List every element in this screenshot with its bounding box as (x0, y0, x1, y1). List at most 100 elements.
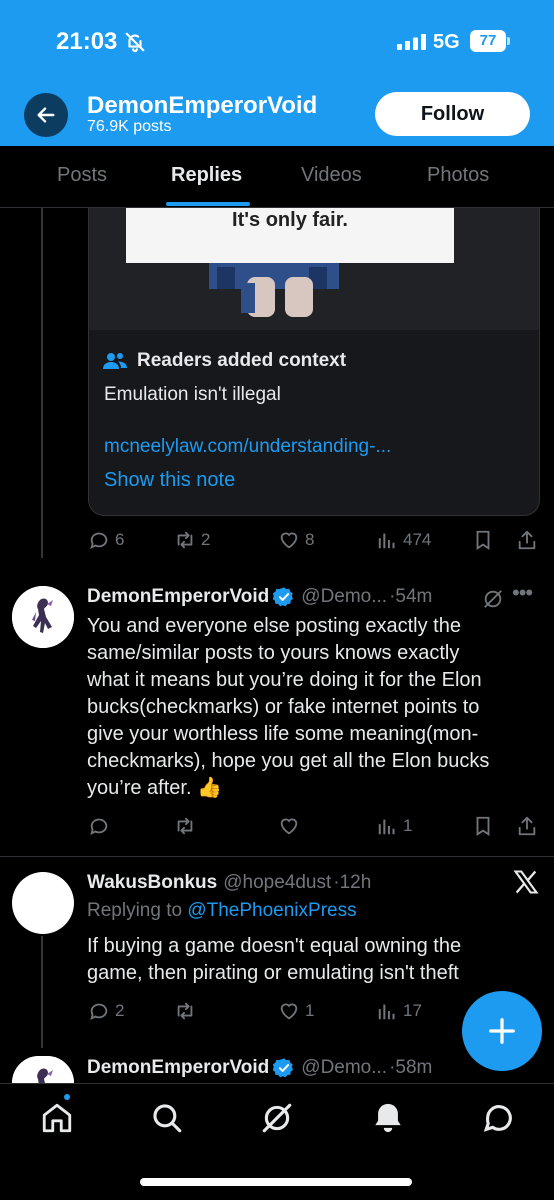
author-name[interactable]: DemonEmperorVoid (87, 586, 269, 608)
bell-off-icon (125, 32, 145, 53)
search-icon[interactable] (150, 1101, 184, 1135)
thread-line (41, 936, 43, 1048)
tweet-line: checkmarks), hope you get all the Elon b… (87, 750, 490, 772)
repost-count: 2 (201, 530, 211, 549)
tweet-line: game, then pirating or emulating isn't t… (87, 962, 459, 984)
share-icon (518, 816, 536, 836)
tweet-line: bucks(checkmarks) or fake internet point… (87, 696, 480, 718)
battery-icon: 77 (470, 30, 510, 52)
community-note-header: Readers added context (103, 350, 346, 372)
bookmark-button[interactable] (472, 812, 494, 840)
view-count: 474 (403, 530, 432, 549)
back-button[interactable] (24, 93, 68, 137)
network-type: 5G (433, 31, 460, 53)
figure-legs-image (209, 263, 339, 317)
status-time: 21:03 (56, 28, 118, 55)
reply-icon (90, 532, 108, 550)
replying-to: Replying to @ThePhoenixPress (87, 900, 357, 922)
author-handle[interactable]: @Demo... (301, 1057, 387, 1079)
replying-to-handle[interactable]: @ThePhoenixPress (187, 900, 356, 921)
tweet-line: give your worthless life some meaning(mo… (87, 723, 479, 745)
views-button[interactable]: 1 (376, 812, 412, 840)
plus-icon (489, 1018, 515, 1044)
views-icon (378, 1004, 395, 1020)
tab-posts[interactable]: Posts (57, 164, 107, 187)
like-button[interactable]: 8 (278, 526, 314, 554)
show-note-link[interactable]: Show this note (104, 469, 235, 492)
profile-header: 21:03 5G 77 DemonEmperorVoid 76.9K posts… (0, 0, 554, 146)
bookmark-button[interactable] (472, 526, 494, 554)
home-indicator (140, 1178, 412, 1186)
share-button[interactable] (516, 812, 538, 840)
reply-button[interactable]: 6 (88, 526, 124, 554)
author-handle[interactable]: @hope4dust (223, 872, 331, 894)
tab-photos[interactable]: Photos (427, 164, 489, 187)
post-actions: 6 2 8 474 (88, 526, 540, 554)
community-note[interactable]: Readers added context Emulation isn't il… (88, 330, 540, 516)
author-name[interactable]: DemonEmperorVoid (87, 1057, 269, 1079)
tweet-text: If buying a game doesn't equal owning th… (87, 933, 527, 987)
repost-button[interactable] (174, 997, 196, 1025)
avatar[interactable] (12, 872, 74, 934)
tab-videos[interactable]: Videos (301, 164, 362, 187)
tweet-line: you’re after. 👍 (87, 777, 222, 799)
share-icon (518, 530, 536, 550)
repost-icon (177, 817, 193, 835)
tweet-text: You and everyone else posting exactly th… (87, 613, 527, 802)
like-button[interactable]: 1 (278, 997, 314, 1025)
arrow-left-icon (37, 107, 55, 123)
post-actions: 1 (88, 812, 540, 840)
views-button[interactable]: 17 (376, 997, 422, 1025)
repost-icon (177, 1002, 193, 1020)
heart-icon (280, 818, 298, 835)
author-handle[interactable]: @Demo... (301, 586, 387, 608)
views-button[interactable]: 474 (376, 526, 431, 554)
view-count: 1 (403, 816, 413, 835)
like-button[interactable] (278, 812, 300, 840)
avatar[interactable] (12, 1056, 74, 1083)
post-count: 76.9K posts (87, 118, 172, 135)
tweet-line: what it means but you’re doing it for th… (87, 669, 482, 691)
post-image[interactable]: It's only fair. (88, 208, 540, 330)
post-time: ·54m (389, 586, 433, 607)
share-button[interactable] (516, 526, 538, 554)
reply-count: 6 (115, 530, 125, 549)
repost-icon (177, 531, 193, 549)
heart-icon (280, 1003, 298, 1020)
users-icon (103, 353, 127, 369)
home-icon[interactable] (40, 1101, 74, 1135)
grok-icon[interactable] (260, 1101, 294, 1135)
like-count: 8 (305, 530, 315, 549)
views-icon (378, 819, 395, 835)
notifications-icon[interactable] (371, 1101, 405, 1135)
community-note-title: Readers added context (137, 350, 347, 371)
signal-icon (397, 34, 426, 50)
follow-button[interactable]: Follow (375, 92, 530, 136)
tweet-header: WakusBonkus @hope4dust ·12h (87, 872, 371, 894)
community-note-body: Emulation isn't illegal (104, 384, 281, 405)
verified-badge-icon (273, 1058, 294, 1078)
profile-tabs: Posts Replies Videos Photos (0, 146, 554, 208)
author-name[interactable]: WakusBonkus (87, 872, 217, 894)
compose-button[interactable] (462, 991, 542, 1071)
tweet-header: DemonEmperorVoid @Demo... ·54m (87, 586, 432, 608)
tweet-line: You and everyone else posting exactly th… (87, 615, 461, 637)
tab-replies[interactable]: Replies (171, 164, 242, 187)
community-note-link[interactable]: mcneelylaw.com/understanding-... (104, 436, 391, 458)
post-time: ·12h (333, 872, 372, 893)
view-count: 17 (403, 1001, 422, 1020)
repost-button[interactable] (174, 812, 196, 840)
sign-text: It's only fair. (232, 209, 348, 231)
avatar[interactable] (12, 586, 74, 648)
tweet-line: same/similar posts to yours knows exactl… (87, 642, 460, 664)
messages-icon[interactable] (482, 1101, 516, 1135)
more-options-icon[interactable]: ••• (512, 580, 533, 606)
grok-icon[interactable] (482, 588, 504, 610)
thread-line (41, 208, 43, 558)
repost-button[interactable]: 2 (174, 526, 210, 554)
reply-button[interactable]: 2 (88, 997, 124, 1025)
reply-button[interactable] (88, 812, 110, 840)
tab-indicator (166, 202, 250, 206)
tweet-header: DemonEmperorVoid @Demo... ·58m (87, 1057, 432, 1079)
views-icon (378, 533, 395, 549)
